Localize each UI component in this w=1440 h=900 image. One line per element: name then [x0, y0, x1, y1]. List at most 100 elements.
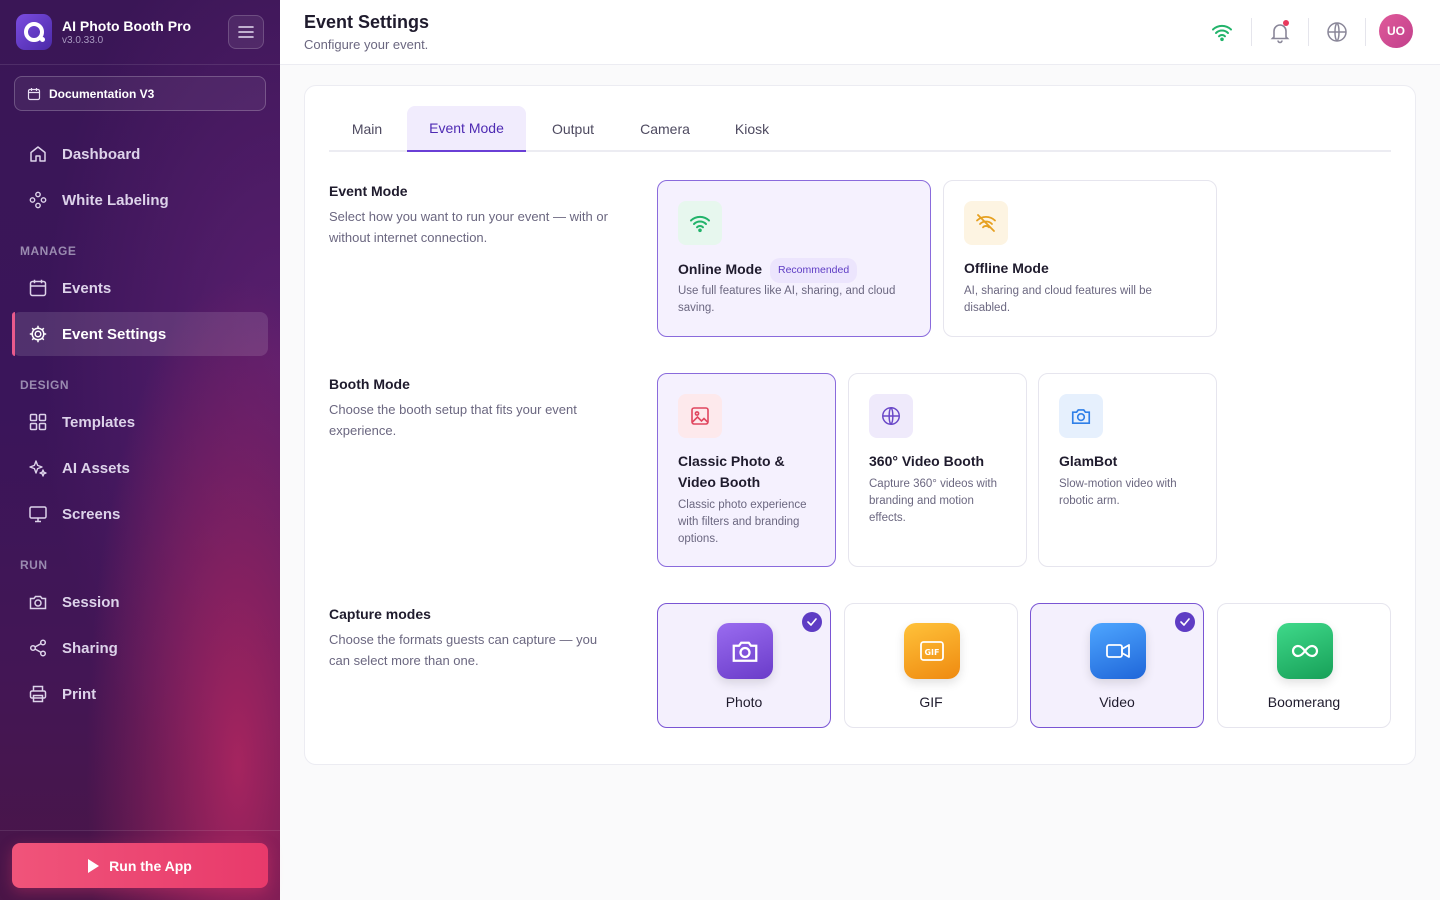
settings-card: Main Event Mode Output Camera Kiosk Even… — [304, 85, 1416, 765]
booth-mode-description: Choose the booth setup that fits your ev… — [329, 402, 577, 438]
divider — [1251, 18, 1252, 46]
camera-icon — [717, 623, 773, 679]
tab-camera[interactable]: Camera — [620, 106, 710, 151]
sidebar-item-event-settings[interactable]: Event Settings — [12, 312, 268, 356]
check-icon — [802, 612, 822, 632]
hamburger-icon — [238, 26, 254, 38]
svg-text:GIF: GIF — [924, 648, 939, 657]
online-mode-option[interactable]: Online Mode Recommended Use full features… — [657, 180, 931, 337]
check-icon — [1175, 612, 1195, 632]
sidebar-item-print[interactable]: Print — [12, 672, 268, 716]
sidebar-item-label: AI Assets — [62, 459, 130, 477]
app-version: v3.0.33.0 — [62, 35, 104, 46]
sidebar-item-dashboard[interactable]: Dashboard — [12, 132, 268, 176]
sidebar-item-label: Templates — [62, 413, 136, 431]
camera-icon — [1059, 394, 1103, 438]
recommended-badge: Recommended — [770, 258, 858, 283]
globe-icon — [869, 394, 913, 438]
capture-modes-title: Capture modes — [329, 606, 431, 622]
capture-photo-option[interactable]: Photo — [657, 603, 831, 728]
sidebar-item-label: Print — [62, 685, 97, 703]
capture-label: Photo — [725, 694, 763, 710]
wifi-status-icon[interactable] — [1210, 20, 1234, 44]
sidebar-item-session[interactable]: Session — [12, 580, 268, 624]
home-icon — [30, 146, 46, 162]
notifications-button[interactable] — [1268, 20, 1292, 44]
sidebar-item-label: Session — [62, 593, 120, 611]
section-label-manage: MANAGE — [20, 244, 77, 258]
sidebar-item-events[interactable]: Events — [12, 266, 268, 310]
sparkles-icon — [29, 460, 47, 477]
project-selector[interactable]: Documentation V3 — [14, 76, 266, 111]
tab-bar: Main Event Mode Output Camera Kiosk — [329, 106, 1391, 152]
option-description: Slow-motion video with robotic arm. — [1059, 478, 1177, 507]
avatar[interactable]: UO — [1379, 14, 1413, 48]
section-label-run: RUN — [20, 558, 48, 572]
capture-video-option[interactable]: Video — [1030, 603, 1204, 728]
tab-output[interactable]: Output — [528, 106, 618, 151]
image-icon — [678, 394, 722, 438]
sidebar-item-label: Sharing — [62, 639, 118, 657]
sidebar-item-sharing[interactable]: Sharing — [12, 626, 268, 670]
offline-mode-option[interactable]: Offline Mode AI, sharing and cloud featu… — [943, 180, 1217, 337]
video-icon — [1090, 623, 1146, 679]
sidebar-item-label: White Labeling — [62, 191, 169, 209]
capture-label: GIF — [919, 694, 943, 710]
project-name: Documentation V3 — [49, 86, 155, 101]
capture-label: Video — [1099, 694, 1135, 710]
app-logo-icon — [16, 14, 52, 50]
section-label-design: DESIGN — [20, 378, 70, 392]
tab-kiosk[interactable]: Kiosk — [712, 106, 792, 151]
capture-gif-option[interactable]: GIF GIF — [844, 603, 1018, 728]
option-title: Online Mode Recommended — [678, 258, 858, 283]
monitor-icon — [29, 506, 47, 523]
option-description: Capture 360° videos with branding and mo… — [869, 478, 997, 524]
sidebar: AI Photo Booth Pro v3.0.33.0 Documentati… — [0, 0, 280, 900]
run-the-app-button[interactable]: Run the App — [12, 843, 268, 888]
gear-icon — [29, 325, 47, 343]
calendar-icon — [29, 279, 47, 297]
play-icon — [88, 858, 100, 873]
capture-boomerang-option[interactable]: Boomerang — [1217, 603, 1391, 728]
page-subtitle: Configure your event. — [304, 37, 429, 52]
classic-booth-option[interactable]: Classic Photo & Video Booth Classic phot… — [657, 373, 836, 567]
option-title: Classic Photo & Video Booth — [678, 453, 785, 490]
option-title: GlamBot — [1059, 453, 1118, 469]
gif-icon: GIF — [904, 623, 960, 679]
sidebar-item-screens[interactable]: Screens — [12, 492, 268, 536]
printer-icon — [29, 685, 47, 703]
notification-dot — [1283, 20, 1289, 26]
top-bar: Event Settings Configure your event. UO — [280, 0, 1440, 65]
sidebar-item-label: Events — [62, 279, 112, 297]
wifi-off-icon — [964, 201, 1008, 245]
tab-event-mode[interactable]: Event Mode — [407, 106, 526, 152]
brand: AI Photo Booth Pro v3.0.33.0 — [16, 14, 191, 50]
glambot-option[interactable]: GlamBot Slow-motion video with robotic a… — [1038, 373, 1217, 567]
divider — [0, 830, 280, 831]
sidebar-item-templates[interactable]: Templates — [12, 400, 268, 444]
wifi-icon — [678, 201, 722, 245]
event-mode-description: Select how you want to run your event — … — [329, 209, 608, 245]
sidebar-item-white-labeling[interactable]: White Labeling — [12, 178, 268, 222]
divider — [1365, 18, 1366, 46]
option-description: Classic photo experience with filters an… — [678, 499, 807, 545]
run-button-label: Run the App — [109, 857, 192, 874]
360-video-booth-option[interactable]: 360° Video Booth Capture 360° videos wit… — [848, 373, 1027, 567]
grid-icon — [29, 413, 47, 431]
option-description: AI, sharing and cloud features will be d… — [964, 285, 1152, 314]
tab-main[interactable]: Main — [329, 106, 405, 151]
globe-icon[interactable] — [1325, 20, 1349, 44]
camera-icon — [29, 595, 47, 610]
option-description: Use full features like AI, sharing, and … — [678, 285, 896, 314]
infinity-icon — [1277, 623, 1333, 679]
share-icon — [29, 639, 47, 657]
option-title: Offline Mode — [964, 260, 1049, 276]
calendar-icon — [27, 87, 41, 100]
menu-toggle-button[interactable] — [228, 15, 264, 49]
sidebar-item-label: Event Settings — [62, 325, 167, 343]
divider — [1308, 18, 1309, 46]
capture-label: Boomerang — [1267, 694, 1341, 710]
app-name: AI Photo Booth Pro — [62, 18, 192, 34]
sidebar-item-ai-assets[interactable]: AI Assets — [12, 446, 268, 490]
booth-mode-title: Booth Mode — [329, 376, 410, 392]
